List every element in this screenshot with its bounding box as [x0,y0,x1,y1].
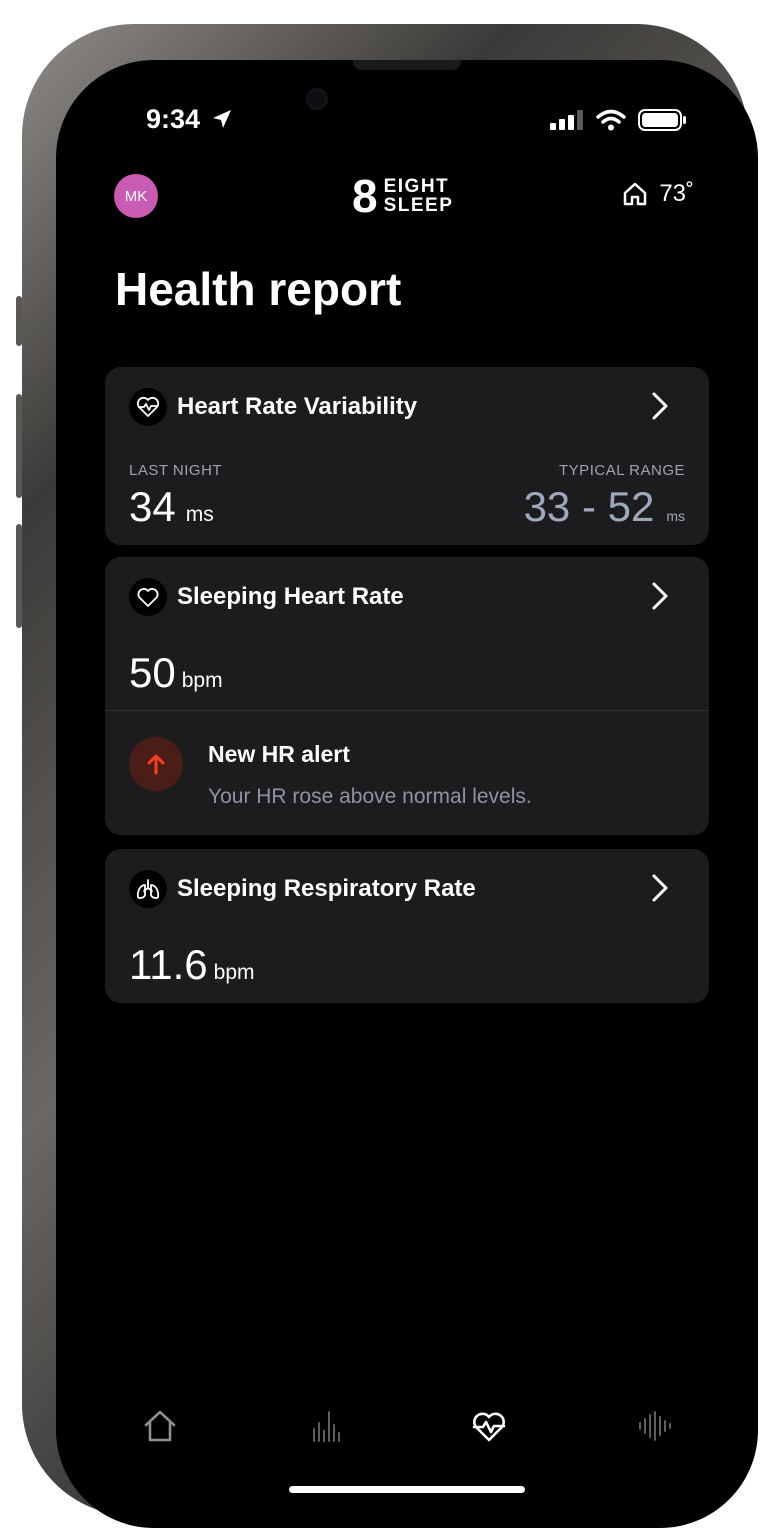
home-temperature-button[interactable]: 73˚ [621,180,694,208]
hrv-card-title: Heart Rate Variability [177,393,418,420]
alert-badge [129,737,183,791]
tab-sounds[interactable] [634,1406,674,1446]
cellular-signal-icon [550,110,583,130]
battery-icon [638,109,686,131]
heart-rate-value: 50 [129,649,176,696]
typical-range-unit: ms [666,508,685,524]
arrow-up-icon [147,754,165,775]
lungs-icon [129,870,167,908]
mute-switch [16,296,22,346]
home-temperature: 73˚ [659,180,694,207]
heart-rate-card-header: Sleeping Heart Rate [129,577,669,617]
tab-sleep-data[interactable] [306,1406,346,1446]
tab-health[interactable] [469,1406,509,1446]
volume-down-button [16,524,22,628]
typical-range-label: TYPICAL RANGE [559,462,685,479]
sound-wave-icon [639,1411,671,1441]
page-title: Health report [115,263,402,315]
respiratory-value: 11.6 [129,941,208,988]
heart-pulse-icon [472,1412,506,1442]
tab-bar [56,1406,758,1456]
alert-title: New HR alert [208,741,350,767]
home-icon [144,1410,176,1442]
last-night-value: 34 [129,483,176,530]
front-camera [306,88,328,110]
card-divider [105,710,709,711]
heart-icon [129,578,167,616]
volume-up-button [16,394,22,498]
heart-rate-card-title: Sleeping Heart Rate [177,583,404,610]
chevron-right-icon[interactable] [651,873,669,903]
bar-chart-icon [313,1411,340,1442]
location-arrow-icon [213,110,231,128]
status-time: 9:34 [146,104,201,134]
last-night-label: LAST NIGHT [129,462,223,479]
earpiece-speaker [353,60,461,70]
phone-frame: 9:34 MK 8 EIGHT SLEEP 73˚ Health report … [16,24,758,1528]
chevron-right-icon[interactable] [651,581,669,611]
logo-line-1: EIGHT [383,176,450,197]
typical-range-value: 33 - 52 [523,483,655,530]
respiratory-card-header: Sleeping Respiratory Rate [129,869,669,909]
heart-rate-card[interactable]: Sleeping Heart Rate 50 bpm New HR alert Y… [105,557,709,835]
respiratory-value-group: 11.6 bpm [129,941,255,989]
wifi-icon [596,109,626,131]
respiratory-card[interactable]: Sleeping Respiratory Rate 11.6 bpm [105,849,709,1003]
last-night-value-group: 34 ms [129,483,214,531]
hrv-card[interactable]: Heart Rate Variability LAST NIGHT 34 ms T… [105,367,709,545]
alert-description: Your HR rose above normal levels. [208,785,532,808]
heart-rate-value-group: 50 bpm [129,649,223,697]
home-indicator[interactable] [289,1486,525,1493]
respiratory-unit: bpm [213,961,255,984]
respiratory-card-title: Sleeping Respiratory Rate [177,875,476,902]
last-night-unit: ms [185,503,214,526]
tab-home[interactable] [140,1406,180,1446]
typical-range-group: 33 - 52 ms [524,483,685,531]
eight-sleep-logo: 8 EIGHT SLEEP [352,170,454,222]
hrv-card-header: Heart Rate Variability [129,387,669,427]
heart-pulse-icon [129,388,167,426]
logo-mark: 8 [352,170,378,222]
chevron-right-icon[interactable] [651,391,669,421]
avatar[interactable]: MK [114,174,158,218]
logo-line-2: SLEEP [383,195,454,216]
heart-rate-unit: bpm [181,669,223,692]
logo-wordmark: EIGHT SLEEP [384,177,454,215]
status-indicators [550,108,688,132]
home-icon [624,182,647,206]
screen: 9:34 MK 8 EIGHT SLEEP 73˚ Health report … [56,60,758,1528]
